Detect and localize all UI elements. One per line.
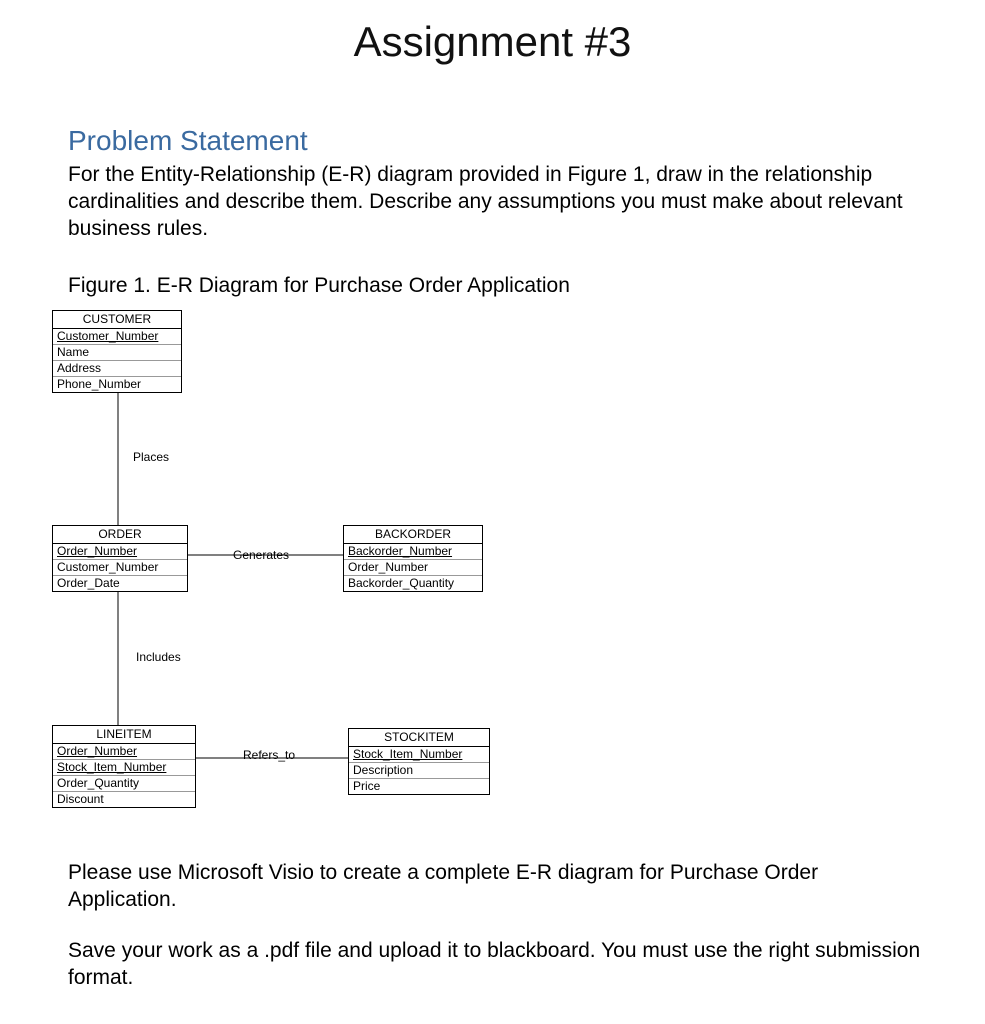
entity-lineitem: LINEITEM Order_Number Stock_Item_Number … bbox=[52, 725, 196, 808]
entity-title: LINEITEM bbox=[53, 726, 195, 744]
rel-generates: Generates bbox=[233, 548, 289, 562]
entity-attr: Order_Number bbox=[344, 560, 482, 576]
instruction-submission: Save your work as a .pdf file and upload… bbox=[68, 938, 921, 992]
entity-attr: Order_Quantity bbox=[53, 776, 195, 792]
rel-refers-to: Refers_to bbox=[243, 748, 295, 762]
entity-backorder: BACKORDER Backorder_Number Order_Number … bbox=[343, 525, 483, 592]
entity-attr: Phone_Number bbox=[53, 377, 181, 392]
entity-attr: Customer_Number bbox=[53, 329, 181, 345]
entity-stockitem: STOCKITEM Stock_Item_Number Description … bbox=[348, 728, 490, 795]
er-diagram: CUSTOMER Customer_Number Name Address Ph… bbox=[38, 310, 558, 850]
entity-attr: Description bbox=[349, 763, 489, 779]
entity-attr: Address bbox=[53, 361, 181, 377]
entity-attr: Discount bbox=[53, 792, 195, 807]
rel-places: Places bbox=[133, 450, 169, 464]
page-title: Assignment #3 bbox=[0, 18, 985, 66]
entity-order: ORDER Order_Number Customer_Number Order… bbox=[52, 525, 188, 592]
entity-attr: Order_Date bbox=[53, 576, 187, 591]
entity-attr: Order_Number bbox=[53, 544, 187, 560]
entity-title: BACKORDER bbox=[344, 526, 482, 544]
entity-attr: Name bbox=[53, 345, 181, 361]
entity-attr: Customer_Number bbox=[53, 560, 187, 576]
page: Assignment #3 Problem Statement For the … bbox=[0, 0, 985, 1024]
figure-caption: Figure 1. E-R Diagram for Purchase Order… bbox=[68, 274, 570, 298]
entity-attr: Price bbox=[349, 779, 489, 794]
entity-attr: Stock_Item_Number bbox=[53, 760, 195, 776]
entity-title: STOCKITEM bbox=[349, 729, 489, 747]
entity-attr: Backorder_Quantity bbox=[344, 576, 482, 591]
entity-attr: Order_Number bbox=[53, 744, 195, 760]
section-heading: Problem Statement bbox=[68, 125, 308, 157]
entity-title: ORDER bbox=[53, 526, 187, 544]
entity-title: CUSTOMER bbox=[53, 311, 181, 329]
problem-statement-text: For the Entity-Relationship (E-R) diagra… bbox=[68, 162, 921, 243]
entity-attr: Stock_Item_Number bbox=[349, 747, 489, 763]
entity-attr: Backorder_Number bbox=[344, 544, 482, 560]
rel-includes: Includes bbox=[136, 650, 181, 664]
entity-customer: CUSTOMER Customer_Number Name Address Ph… bbox=[52, 310, 182, 393]
instruction-visio: Please use Microsoft Visio to create a c… bbox=[68, 860, 921, 914]
